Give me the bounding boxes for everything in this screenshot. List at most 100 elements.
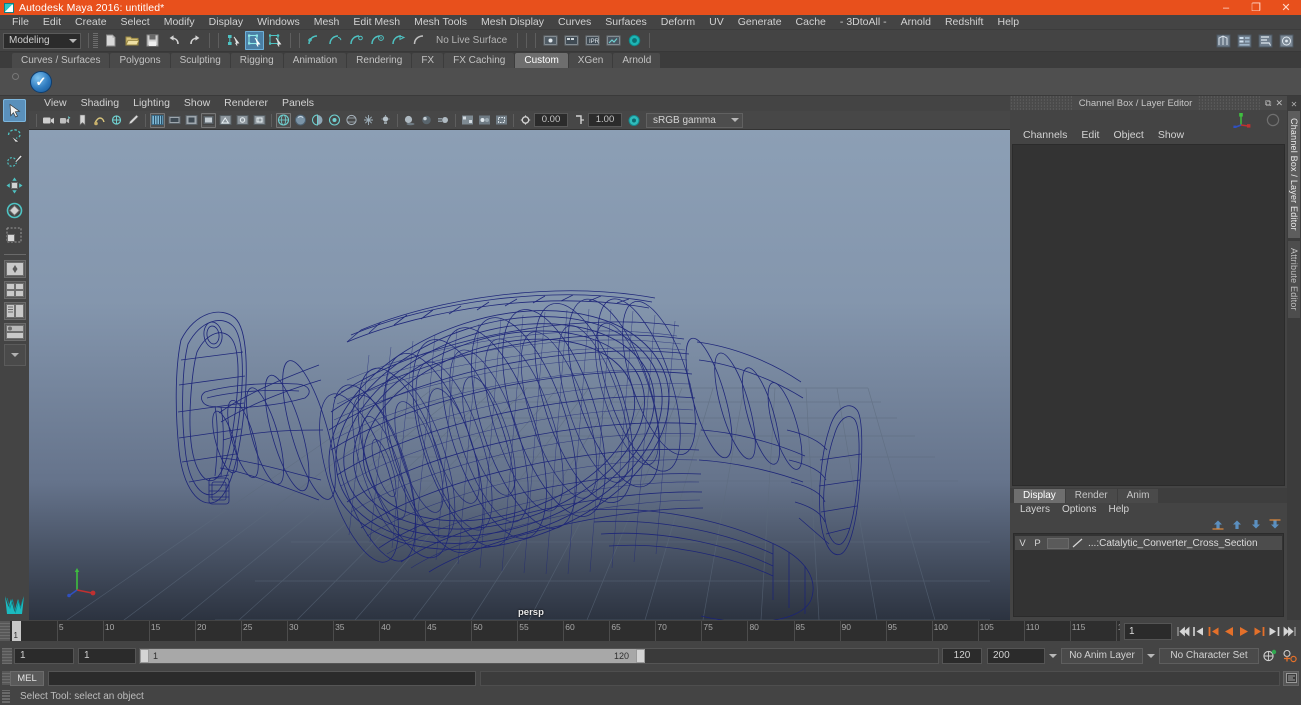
range-right-handle[interactable]	[636, 649, 645, 663]
step-back-key-button[interactable]	[1191, 622, 1206, 640]
menu-generate[interactable]: Generate	[731, 15, 789, 30]
menu-set-selector[interactable]: Modeling	[3, 32, 81, 49]
layer-down-double-icon[interactable]	[1269, 519, 1281, 530]
snap-to-view-plane-button[interactable]	[389, 31, 408, 50]
menu-mesh[interactable]: Mesh	[307, 15, 347, 30]
character-set-caret[interactable]	[1143, 654, 1159, 658]
exposure-toggle-button[interactable]	[518, 113, 533, 128]
show-hide-tool-settings-button[interactable]	[1256, 32, 1275, 51]
range-left-handle[interactable]	[140, 649, 149, 663]
grease-pencil-button[interactable]	[126, 113, 141, 128]
layer-color-swatch[interactable]	[1071, 537, 1085, 549]
play-forwards-button[interactable]	[1236, 622, 1251, 640]
go-to-end-button[interactable]	[1281, 622, 1298, 640]
lasso-select-tool[interactable]	[3, 124, 26, 147]
exposure-value-field[interactable]: 0.00	[534, 113, 568, 127]
panel-drag-handle[interactable]	[1198, 96, 1262, 110]
layout-persp-outliner[interactable]	[3, 302, 26, 320]
layer-list[interactable]: V P ...:Catalytic_Converter_Cross_Sectio…	[1013, 533, 1284, 617]
rotate-tool[interactable]	[3, 199, 26, 222]
play-backwards-button[interactable]	[1221, 622, 1236, 640]
layer-up-icon[interactable]	[1231, 519, 1243, 530]
menu-mesh-tools[interactable]: Mesh Tools	[407, 15, 474, 30]
layer-up-double-icon[interactable]	[1212, 519, 1224, 530]
tab-display[interactable]: Display	[1014, 489, 1065, 503]
go-to-start-button[interactable]	[1176, 622, 1191, 640]
layer-visibility-toggle[interactable]: V	[1015, 538, 1030, 549]
layer-menu-options[interactable]: Options	[1056, 503, 1102, 517]
bookmarks-button[interactable]	[75, 113, 90, 128]
vtab-attribute-editor[interactable]: Attribute Editor	[1288, 240, 1300, 318]
grid-toggle-button[interactable]	[150, 112, 165, 128]
xray-joints-button[interactable]	[235, 113, 250, 128]
scale-tool[interactable]	[3, 224, 26, 247]
toolbar-grip[interactable]	[93, 32, 98, 49]
channel-box-menu-object[interactable]: Object	[1106, 128, 1150, 143]
animation-start-field[interactable]: 1	[14, 648, 74, 664]
menu-edit-mesh[interactable]: Edit Mesh	[346, 15, 407, 30]
menu-curves[interactable]: Curves	[551, 15, 598, 30]
film-gate-button[interactable]	[167, 113, 182, 128]
menu-select[interactable]: Select	[114, 15, 157, 30]
select-by-object-button[interactable]	[245, 31, 264, 50]
auto-key-button[interactable]	[1259, 649, 1279, 663]
shelf-tab-fx-caching[interactable]: FX Caching	[444, 53, 515, 68]
menu-create[interactable]: Create	[68, 15, 114, 30]
layout-more[interactable]	[3, 344, 26, 366]
range-bar[interactable]: 1 120	[139, 648, 939, 664]
channel-box-menu-show[interactable]: Show	[1151, 128, 1191, 143]
panel-drag-handle[interactable]	[1010, 96, 1073, 110]
screen-space-ao-button[interactable]	[419, 113, 434, 128]
shelf-tab-curves-surfaces[interactable]: Curves / Surfaces	[12, 53, 110, 68]
flat-shade-button[interactable]	[327, 113, 342, 128]
minimize-button[interactable]: –	[1211, 0, 1241, 15]
menu-mesh-display[interactable]: Mesh Display	[474, 15, 551, 30]
make-live-button[interactable]	[410, 31, 429, 50]
viewport-menu-show[interactable]: Show	[177, 96, 217, 111]
open-scene-button[interactable]	[122, 31, 141, 50]
viewport-menu-view[interactable]: View	[37, 96, 74, 111]
layout-hypershade-persp[interactable]	[3, 323, 26, 341]
textured-button[interactable]	[361, 113, 376, 128]
menu-display[interactable]: Display	[202, 15, 250, 30]
shelf-tab-arnold[interactable]: Arnold	[613, 53, 661, 68]
dock-close-icon[interactable]: ✕	[1291, 100, 1298, 109]
use-lights-button[interactable]	[378, 113, 393, 128]
layer-menu-help[interactable]: Help	[1102, 503, 1135, 517]
current-time-indicator[interactable]: 1	[12, 621, 21, 641]
menu-arnold[interactable]: Arnold	[894, 15, 938, 30]
script-language-label[interactable]: MEL	[10, 670, 44, 686]
range-end-field[interactable]: 120	[942, 648, 982, 664]
select-tool[interactable]	[3, 99, 26, 122]
layer-list-item[interactable]: V P ...:Catalytic_Converter_Cross_Sectio…	[1015, 536, 1282, 550]
viewport-3d-canvas[interactable]: persp	[29, 130, 1010, 620]
maximize-button[interactable]: ❐	[1241, 0, 1271, 15]
shelf-tab-custom[interactable]: Custom	[515, 53, 568, 68]
step-back-frame-button[interactable]	[1206, 622, 1221, 640]
snap-to-point-button[interactable]	[347, 31, 366, 50]
range-slider-grip[interactable]	[2, 648, 12, 664]
shelf-tab-animation[interactable]: Animation	[283, 53, 347, 68]
color-management-selector[interactable]: sRGB gamma	[646, 112, 743, 128]
show-hide-attribute-editor-button[interactable]	[1235, 32, 1254, 51]
new-scene-button[interactable]	[101, 31, 120, 50]
shelf-tab-sculpting[interactable]: Sculpting	[170, 53, 230, 68]
layer-down-icon[interactable]	[1250, 519, 1262, 530]
help-line-grip[interactable]	[2, 689, 10, 704]
hypershade-button[interactable]	[625, 31, 644, 50]
animation-preferences-button[interactable]	[1279, 649, 1299, 663]
shaded-wireframe-button[interactable]	[344, 113, 359, 128]
command-line-grip[interactable]	[2, 671, 10, 685]
show-hide-modeling-toolkit-button[interactable]	[1214, 32, 1233, 51]
move-tool[interactable]	[3, 174, 26, 197]
layer-playback-toggle[interactable]: P	[1030, 538, 1045, 549]
close-button[interactable]: ✕	[1271, 0, 1301, 15]
resolution-gate-button[interactable]	[184, 113, 199, 128]
menu-file[interactable]: File	[5, 15, 36, 30]
open-render-view-button[interactable]	[541, 31, 560, 50]
snap-to-projected-center-button[interactable]	[368, 31, 387, 50]
character-set-selector[interactable]: No Character Set	[1159, 648, 1259, 664]
menu-help[interactable]: Help	[990, 15, 1026, 30]
shelf-tab-rigging[interactable]: Rigging	[230, 53, 283, 68]
viewport-menu-panels[interactable]: Panels	[275, 96, 321, 111]
